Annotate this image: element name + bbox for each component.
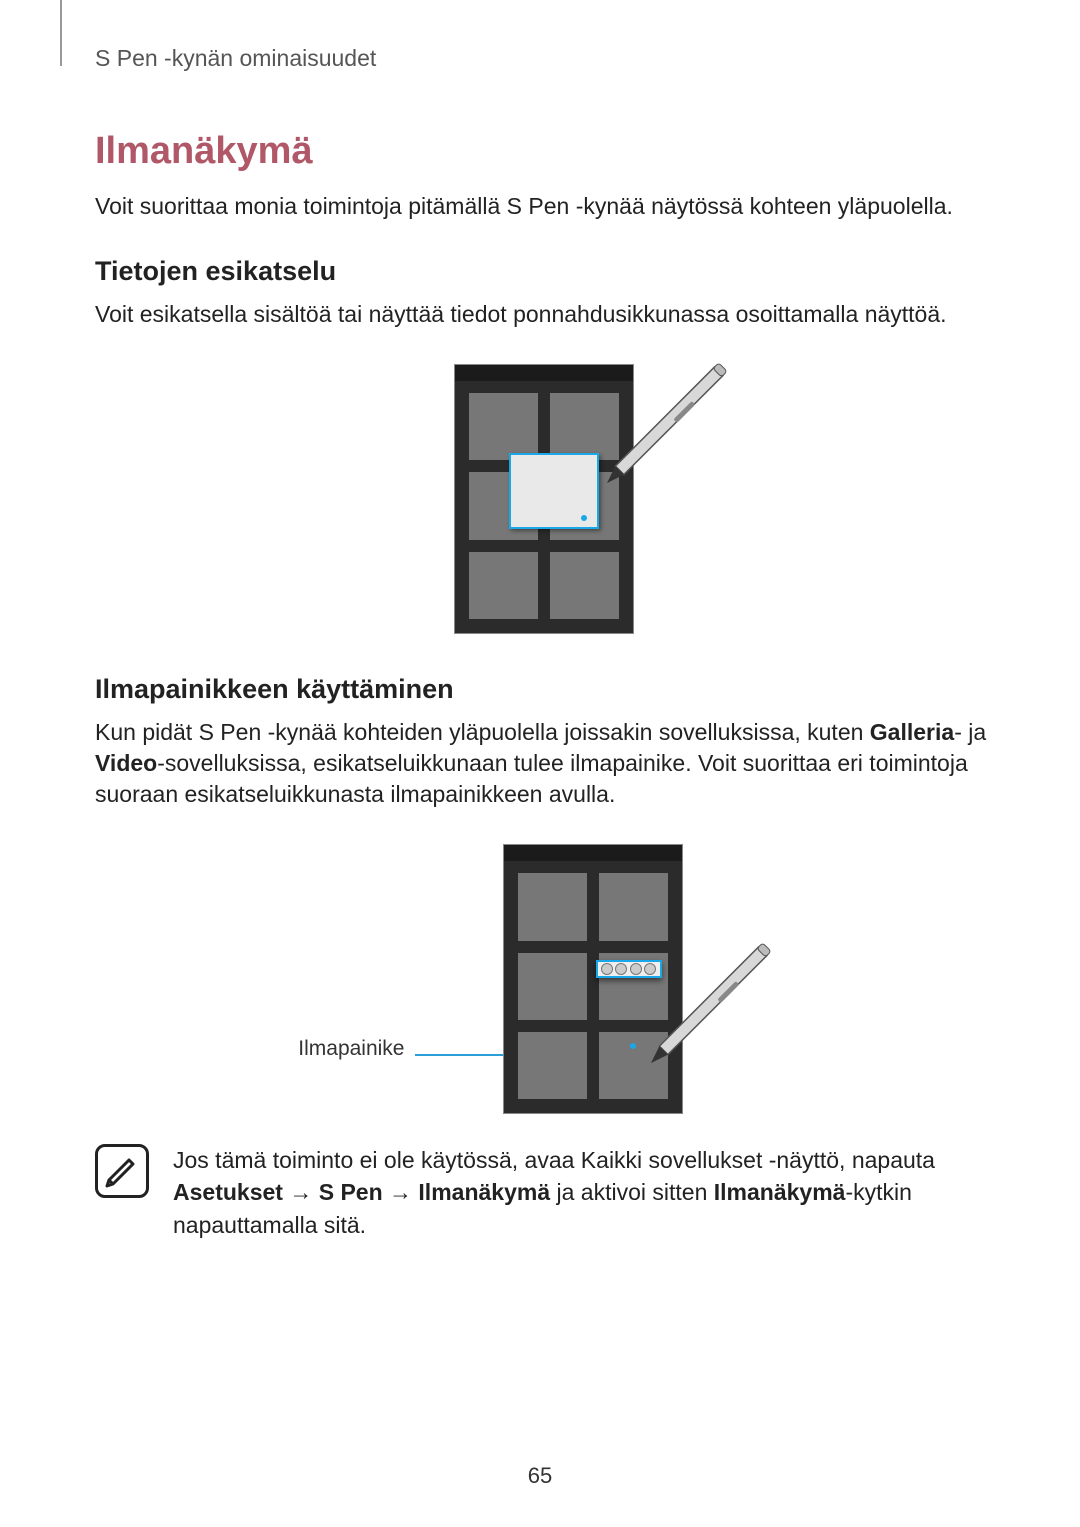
intro-paragraph: Voit suorittaa monia toimintoja pitämäll… [95,191,992,222]
page-number: 65 [0,1463,1080,1489]
note-icon [95,1144,149,1198]
preview-paragraph: Voit esikatsella sisältöä tai näyttää ti… [95,299,992,330]
figure-label-airbutton: Ilmapainike [298,1037,404,1060]
figure-airbutton: Ilmapainike [95,844,992,1114]
page-title: Ilmanäkymä [95,130,992,173]
note-callout: Jos tämä toiminto ei ole käytössä, avaa … [95,1144,992,1241]
subheading-preview: Tietojen esikatselu [95,256,992,287]
header-tab-rule [60,0,62,66]
subheading-airbutton: Ilmapainikkeen käyttäminen [95,674,992,705]
s-pen-icon [575,355,735,515]
running-header: S Pen -kynän ominaisuudet [95,45,992,72]
figure-preview [95,364,992,634]
phone-mockup [454,364,634,634]
phone-mockup-2 [503,844,683,1114]
note-text: Jos tämä toiminto ei ole käytössä, avaa … [173,1144,992,1241]
airbutton-paragraph: Kun pidät S Pen -kynää kohteiden yläpuol… [95,717,992,810]
leader-line [415,1054,505,1056]
s-pen-icon [619,935,779,1095]
